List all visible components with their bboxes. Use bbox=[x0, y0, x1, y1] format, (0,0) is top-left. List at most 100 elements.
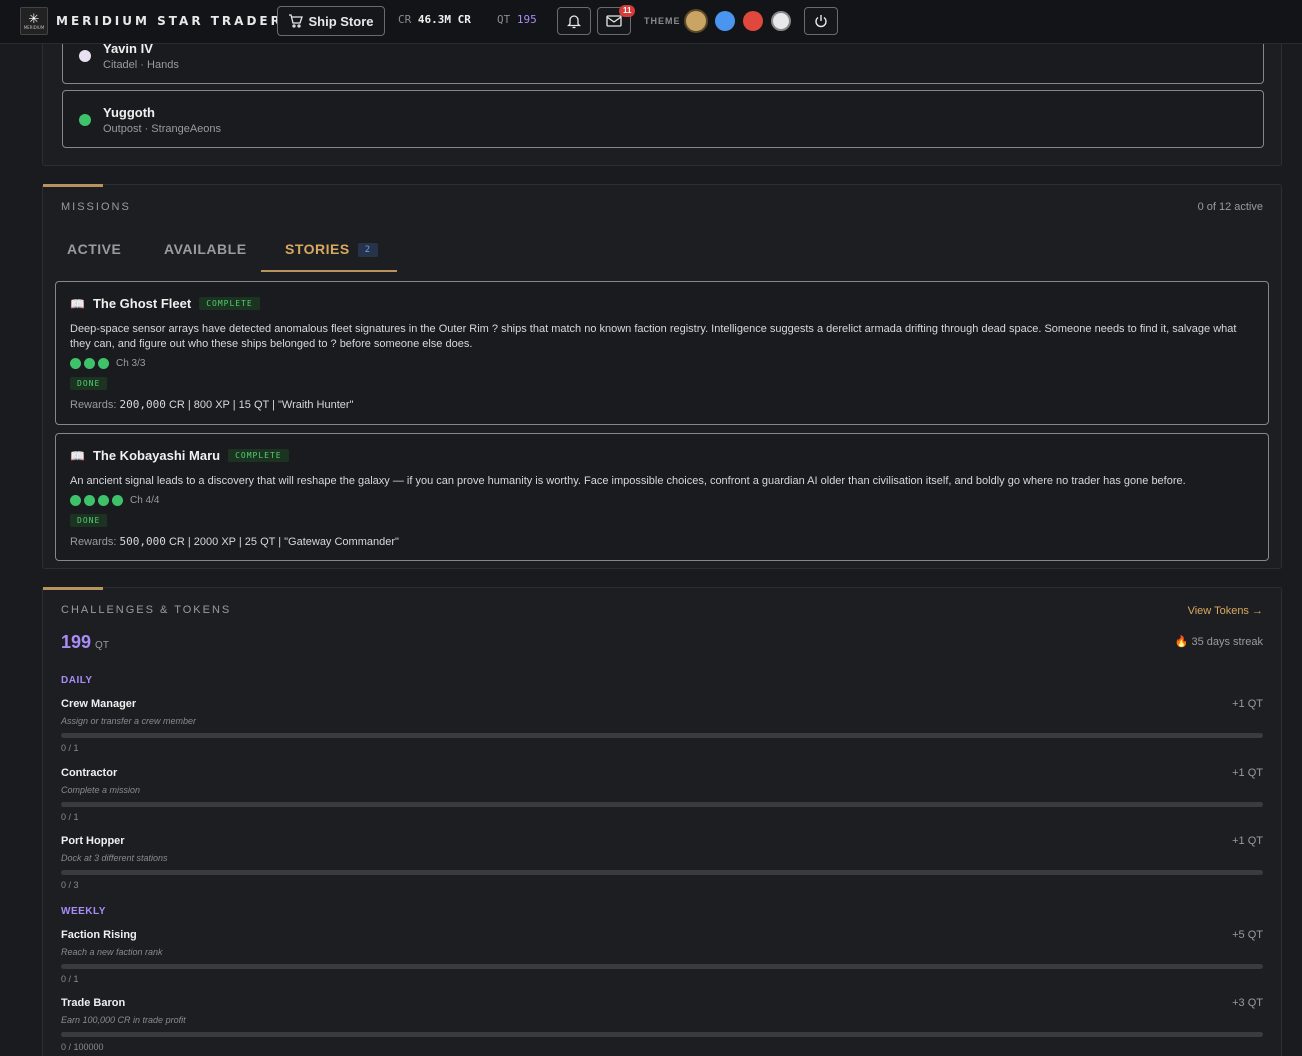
tab-stories[interactable]: STORIES 2 bbox=[285, 241, 378, 258]
streak-label: 35 days streak bbox=[1191, 636, 1263, 648]
challenge-item: Crew Manager +1 QT Assign or transfer a … bbox=[61, 698, 1263, 758]
challenge-name: Trade Baron bbox=[61, 997, 126, 1009]
story-description: An ancient signal leads to a discovery t… bbox=[70, 475, 1186, 487]
weekly-label: WEEKLY bbox=[61, 906, 106, 917]
chapter-progress: Ch 3/3 bbox=[70, 358, 145, 369]
location-status-dot bbox=[79, 114, 91, 126]
qt-balance: 199 QT bbox=[61, 632, 109, 653]
challenge-progress-text: 0 / 1 bbox=[61, 812, 79, 822]
power-icon bbox=[815, 15, 827, 28]
qt-stat: QT 195 bbox=[497, 13, 537, 26]
brand-name: MERIDIUM STAR TRADERS bbox=[56, 14, 295, 28]
challenge-progress-text: 0 / 100000 bbox=[61, 1042, 104, 1052]
challenge-name: Contractor bbox=[61, 767, 118, 779]
logo-text: MERIDIUM bbox=[23, 25, 45, 30]
rewards-label: Rewards: bbox=[70, 399, 117, 411]
book-icon: 📖 bbox=[70, 296, 85, 311]
story-description: Deep-space sensor arrays have detected a… bbox=[70, 323, 1237, 350]
challenge-progress-bar bbox=[61, 802, 1263, 807]
streak-indicator: 🔥 35 days streak bbox=[1175, 635, 1263, 648]
challenge-desc: Earn 100,000 CR in trade profit bbox=[61, 1015, 186, 1025]
chapter-progress: Ch 4/4 bbox=[70, 495, 159, 506]
top-bar: ✳ MERIDIUM MERIDIUM STAR TRADERS Ship St… bbox=[0, 0, 1302, 44]
story-card[interactable]: 📖 The Ghost Fleet COMPLETE Deep-space se… bbox=[55, 281, 1269, 425]
rewards-label: Rewards: bbox=[70, 536, 117, 548]
missions-title: MISSIONS bbox=[61, 201, 131, 213]
challenge-reward: +3 QT bbox=[1232, 997, 1263, 1009]
story-title: The Kobayashi Maru bbox=[92, 448, 221, 463]
tab-available[interactable]: AVAILABLE bbox=[164, 241, 247, 257]
location-sub: Citadel · Hands bbox=[103, 59, 179, 71]
mail-count-badge: 11 bbox=[619, 5, 636, 17]
chapter-dot bbox=[84, 495, 95, 506]
challenge-name: Faction Rising bbox=[61, 929, 137, 941]
challenge-item: Port Hopper +1 QT Dock at 3 different st… bbox=[61, 835, 1263, 895]
ship-store-button[interactable]: Ship Store bbox=[277, 6, 385, 36]
notifications-button[interactable] bbox=[557, 7, 591, 35]
challenge-item: Faction Rising +5 QT Reach a new faction… bbox=[61, 929, 1263, 989]
story-rewards: Rewards: 500,000 CR | 2000 XP | 25 QT | … bbox=[70, 535, 399, 548]
view-tokens-link[interactable]: View Tokens → bbox=[1188, 605, 1263, 617]
theme-red-swatch[interactable] bbox=[743, 11, 763, 31]
active-tab-underline bbox=[261, 270, 397, 272]
theme-gold-swatch[interactable] bbox=[686, 11, 706, 31]
story-card[interactable]: 📖 The Kobayashi Maru COMPLETE An ancient… bbox=[55, 433, 1269, 561]
challenge-reward: +1 QT bbox=[1232, 767, 1263, 779]
challenge-reward: +1 QT bbox=[1232, 835, 1263, 847]
chapter-dot bbox=[84, 358, 95, 369]
challenges-title: CHALLENGES & TOKENS bbox=[61, 604, 232, 616]
story-title: The Ghost Fleet bbox=[92, 296, 192, 311]
theme-white-swatch[interactable] bbox=[771, 11, 791, 31]
challenge-desc: Complete a mission bbox=[61, 785, 141, 795]
credits-stat: CR 46.3M CR bbox=[398, 13, 471, 26]
brand-logo[interactable]: ✳ MERIDIUM bbox=[20, 7, 48, 35]
theme-blue-swatch[interactable] bbox=[715, 11, 735, 31]
missions-active-count: 0 of 12 active bbox=[1197, 201, 1263, 213]
challenge-progress-text: 0 / 1 bbox=[61, 743, 79, 753]
challenge-item: Trade Baron +3 QT Earn 100,000 CR in tra… bbox=[61, 997, 1263, 1056]
qt-label: QT bbox=[497, 13, 511, 26]
star-icon: ✳ bbox=[28, 11, 40, 26]
challenge-progress-text: 0 / 1 bbox=[61, 974, 79, 984]
challenge-progress-bar bbox=[61, 733, 1263, 738]
qt-value: 195 bbox=[516, 13, 537, 26]
challenge-item: Contractor +1 QT Complete a mission 0 / … bbox=[61, 767, 1263, 827]
mail-icon bbox=[606, 15, 622, 27]
tab-stories-label: STORIES bbox=[285, 241, 350, 257]
challenge-progress-bar bbox=[61, 1032, 1263, 1037]
chapter-dot bbox=[98, 358, 109, 369]
ship-store-label: Ship Store bbox=[308, 13, 374, 29]
reward-credits: 200,000 bbox=[119, 398, 166, 411]
tab-active[interactable]: ACTIVE bbox=[67, 241, 121, 257]
panel-accent bbox=[43, 184, 103, 187]
qt-balance-value: 199 bbox=[61, 632, 92, 652]
challenge-desc: Dock at 3 different stations bbox=[61, 853, 168, 863]
credits-label: CR bbox=[398, 13, 412, 26]
done-badge: DONE bbox=[70, 514, 108, 527]
flame-icon: 🔥 bbox=[1174, 636, 1189, 648]
panel-accent bbox=[43, 587, 103, 590]
challenge-name: Port Hopper bbox=[61, 835, 125, 847]
cart-icon bbox=[289, 14, 304, 28]
chapter-dot bbox=[112, 495, 123, 506]
done-badge: DONE bbox=[70, 377, 108, 390]
challenge-progress-bar bbox=[61, 870, 1263, 875]
challenge-desc: Reach a new faction rank bbox=[61, 947, 163, 957]
challenge-name: Crew Manager bbox=[61, 698, 137, 710]
chapter-dot bbox=[70, 358, 81, 369]
reward-credits: 500,000 bbox=[119, 535, 166, 548]
qt-balance-unit: QT bbox=[95, 640, 109, 651]
challenge-desc: Assign or transfer a crew member bbox=[61, 716, 197, 726]
challenge-reward: +1 QT bbox=[1232, 698, 1263, 710]
logout-button[interactable] bbox=[804, 7, 838, 35]
reward-details: CR | 2000 XP | 25 QT | "Gateway Commande… bbox=[168, 536, 399, 548]
missions-panel: MISSIONS 0 of 12 active ACTIVE AVAILABLE… bbox=[42, 184, 1282, 569]
challenge-progress-text: 0 / 3 bbox=[61, 880, 79, 890]
location-name: Yuggoth bbox=[103, 105, 155, 120]
reward-details: CR | 800 XP | 15 QT | "Wraith Hunter" bbox=[168, 399, 354, 411]
credits-value: 46.3M CR bbox=[417, 13, 471, 26]
daily-label: DAILY bbox=[61, 675, 93, 686]
location-card[interactable]: Yuggoth Outpost · StrangeAeons bbox=[62, 90, 1264, 148]
challenge-progress-bar bbox=[61, 964, 1263, 969]
story-status-badge: COMPLETE bbox=[199, 297, 260, 310]
